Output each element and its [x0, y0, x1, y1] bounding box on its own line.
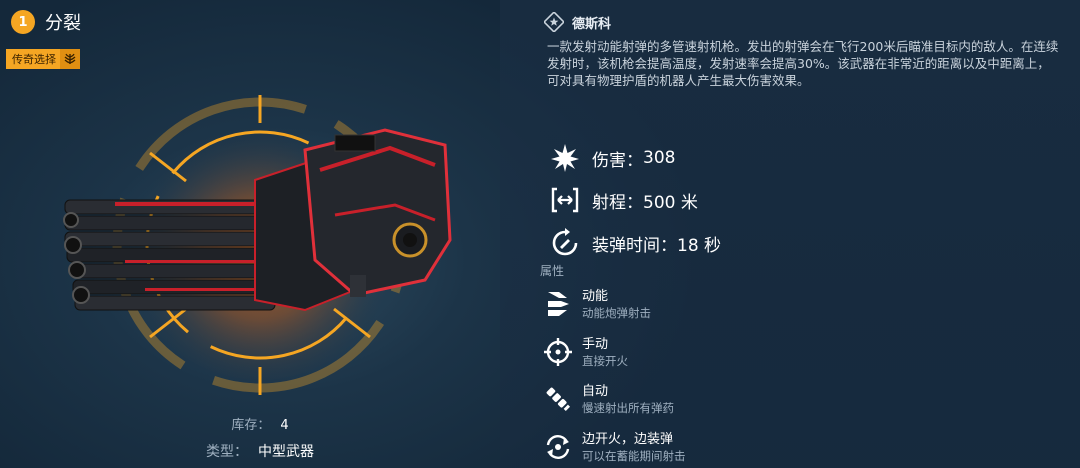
attributes-section-label: 属性 — [540, 264, 565, 278]
range-icon — [548, 185, 582, 215]
stock-label: 库存： — [231, 418, 271, 433]
level-badge: 1 — [11, 10, 35, 34]
ammo-belt-icon — [543, 383, 573, 415]
stat-damage-value: 308 — [643, 148, 676, 168]
rarity-tag: 传奇选择 — [6, 49, 80, 69]
stat-range-value: 500 米 — [643, 192, 698, 213]
stock-value: 4 — [280, 418, 289, 433]
attribute-kinetic-title: 动能 — [582, 289, 609, 304]
laurel-icon — [60, 49, 80, 69]
manufacturer: 德斯科 — [544, 12, 611, 32]
manufacturer-name: 德斯科 — [572, 16, 612, 32]
attribute-auto-subtitle: 慢速射出所有弹药 — [582, 401, 674, 415]
stat-range-label: 射程： — [592, 192, 643, 213]
type-value: 中型武器 — [258, 444, 314, 460]
stock-row: 库存： 4 — [0, 414, 520, 433]
weapon-name: 分裂 — [45, 13, 81, 34]
manufacturer-star-icon — [544, 12, 564, 32]
attribute-fire-while-reloading-subtitle: 可以在蓄能期间射击 — [582, 449, 686, 463]
attribute-manual-subtitle: 直接开火 — [582, 354, 628, 368]
attribute-auto-title: 自动 — [582, 384, 609, 399]
stat-range: 射程： 500 米 — [548, 185, 698, 215]
attribute-fire-while-reloading: 边开火，边装弹 可以在蓄能期间射击 — [543, 431, 686, 464]
attribute-manual: 手动 直接开火 — [543, 336, 628, 369]
rarity-label: 传奇选择 — [12, 53, 56, 66]
attribute-manual-title: 手动 — [582, 337, 609, 352]
attribute-kinetic-subtitle: 动能炮弹射击 — [582, 306, 651, 320]
crosshair-icon — [543, 336, 573, 368]
type-row: 类型： 中型武器 — [0, 441, 520, 461]
cycle-reload-icon — [543, 431, 573, 463]
attribute-kinetic: 动能 动能炮弹射击 — [543, 288, 651, 321]
minigun-image — [63, 128, 452, 312]
attribute-auto: 自动 慢速射出所有弹药 — [543, 383, 674, 416]
stat-damage: 伤害： 308 — [548, 143, 675, 173]
stat-reload-value: 18 秒 — [677, 235, 722, 256]
burst-icon — [548, 143, 582, 173]
reload-icon — [548, 228, 582, 258]
stat-reload-label: 装弹时间： — [592, 235, 677, 256]
stat-reload: 装弹时间： 18 秒 — [548, 228, 721, 258]
attribute-fire-while-reloading-title: 边开火，边装弹 — [582, 432, 674, 447]
kinetic-icon — [543, 288, 573, 320]
stat-damage-label: 伤害： — [592, 150, 643, 171]
weapon-description: 一款发射动能射弹的多管速射机枪。发出的射弹会在飞行200米后瞄准目标内的敌人。在… — [547, 39, 1059, 88]
type-label: 类型： — [206, 444, 248, 460]
